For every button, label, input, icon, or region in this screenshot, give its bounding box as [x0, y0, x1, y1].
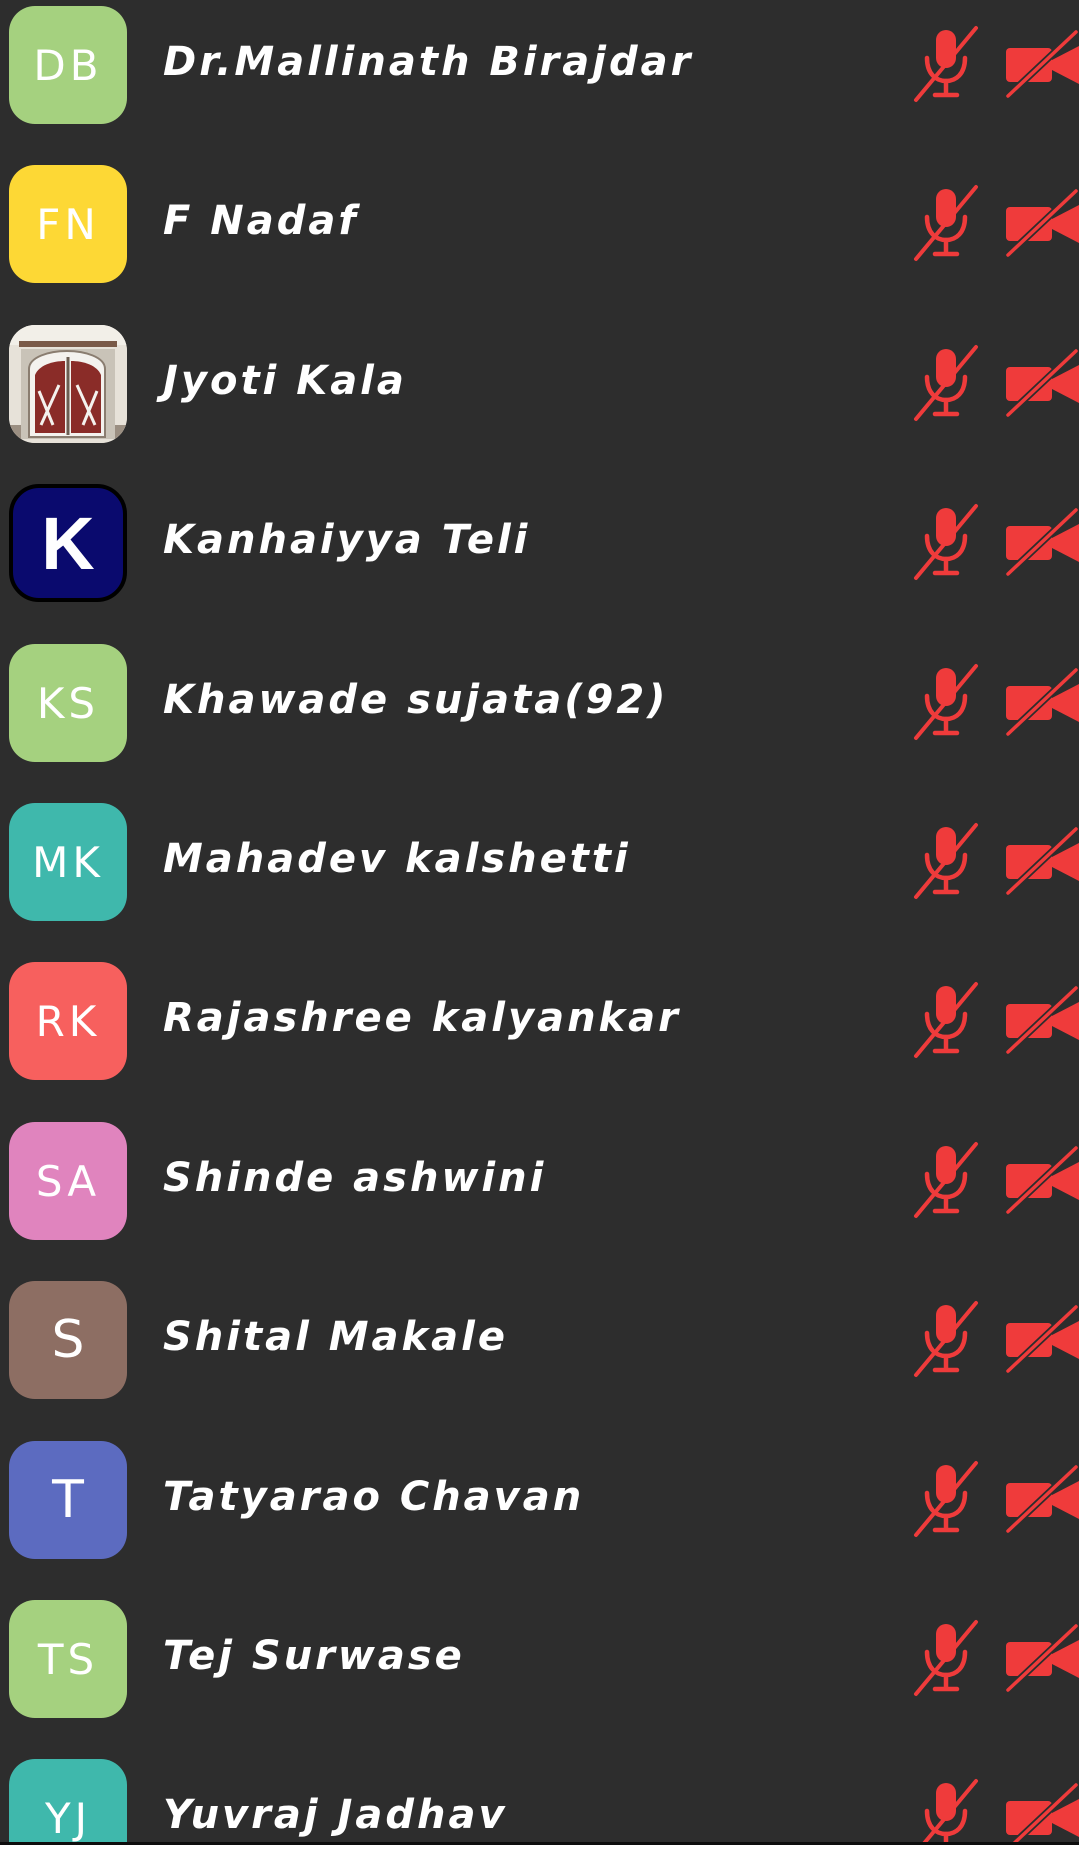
- camera-off-icon[interactable]: [1006, 347, 1079, 419]
- camera-off-icon[interactable]: [1006, 666, 1079, 738]
- participant-name: Dr.Mallinath Birajdar: [163, 39, 694, 85]
- mic-muted-icon[interactable]: [910, 24, 982, 104]
- participants-panel: DB Dr.Mallinath Birajdar FN F Nadaf Jyot…: [0, 0, 1079, 1872]
- participant-name: Shital Makale: [163, 1314, 508, 1360]
- participant-row[interactable]: T Tatyarao Chavan: [0, 1435, 1079, 1594]
- participant-list: DB Dr.Mallinath Birajdar FN F Nadaf Jyot…: [0, 0, 1079, 1872]
- avatar: RK: [9, 962, 127, 1080]
- mic-muted-icon[interactable]: [910, 1618, 982, 1698]
- participant-name: Tatyarao Chavan: [163, 1474, 585, 1520]
- camera-off-icon[interactable]: [1006, 28, 1079, 100]
- camera-off-icon[interactable]: [1006, 506, 1079, 578]
- bottom-edge: [0, 1845, 1079, 1872]
- participant-name: F Nadaf: [163, 198, 359, 244]
- avatar: MK: [9, 803, 127, 921]
- participant-name: Yuvraj Jadhav: [163, 1792, 508, 1838]
- participant-name: Jyoti Kala: [163, 358, 407, 404]
- participant-name: Khawade sujata(92): [163, 677, 669, 723]
- avatar: T: [9, 1441, 127, 1559]
- avatar-photo: [9, 325, 127, 443]
- avatar: FN: [9, 165, 127, 283]
- camera-off-icon[interactable]: [1006, 1144, 1079, 1216]
- participant-row[interactable]: S Shital Makale: [0, 1275, 1079, 1434]
- participant-name: Mahadev kalshetti: [163, 836, 631, 882]
- participant-row[interactable]: DB Dr.Mallinath Birajdar: [0, 0, 1079, 159]
- mic-muted-icon[interactable]: [910, 1459, 982, 1539]
- camera-off-icon[interactable]: [1006, 1463, 1079, 1535]
- avatar: K: [9, 484, 127, 602]
- mic-muted-icon[interactable]: [910, 662, 982, 742]
- mic-muted-icon[interactable]: [910, 343, 982, 423]
- participant-row[interactable]: KS Khawade sujata(92): [0, 638, 1079, 797]
- avatar: TS: [9, 1600, 127, 1718]
- participant-name: Tej Surwase: [163, 1633, 465, 1679]
- participant-row[interactable]: RK Rajashree kalyankar: [0, 956, 1079, 1115]
- participant-row[interactable]: K Kanhaiyya Teli: [0, 478, 1079, 637]
- participant-name: Shinde ashwini: [163, 1155, 547, 1201]
- mic-muted-icon[interactable]: [910, 980, 982, 1060]
- avatar: KS: [9, 644, 127, 762]
- participant-name: Kanhaiyya Teli: [163, 517, 531, 563]
- camera-off-icon[interactable]: [1006, 825, 1079, 897]
- avatar: DB: [9, 6, 127, 124]
- camera-off-icon[interactable]: [1006, 1622, 1079, 1694]
- mic-muted-icon[interactable]: [910, 821, 982, 901]
- participant-row[interactable]: SA Shinde ashwini: [0, 1116, 1079, 1275]
- mic-muted-icon[interactable]: [910, 1140, 982, 1220]
- participant-row[interactable]: Jyoti Kala: [0, 319, 1079, 478]
- participant-row[interactable]: TS Tej Surwase: [0, 1594, 1079, 1753]
- mic-muted-icon[interactable]: [910, 183, 982, 263]
- camera-off-icon[interactable]: [1006, 187, 1079, 259]
- avatar: S: [9, 1281, 127, 1399]
- camera-off-icon[interactable]: [1006, 984, 1079, 1056]
- camera-off-icon[interactable]: [1006, 1303, 1079, 1375]
- mic-muted-icon[interactable]: [910, 502, 982, 582]
- mic-muted-icon[interactable]: [910, 1299, 982, 1379]
- participant-name: Rajashree kalyankar: [163, 995, 681, 1041]
- participant-row[interactable]: MK Mahadev kalshetti: [0, 797, 1079, 956]
- avatar: SA: [9, 1122, 127, 1240]
- participant-row[interactable]: FN F Nadaf: [0, 159, 1079, 318]
